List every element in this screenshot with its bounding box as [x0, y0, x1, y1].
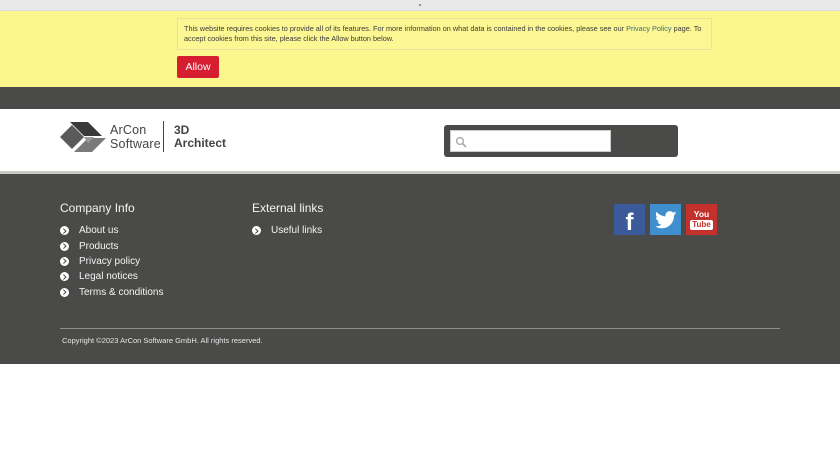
footer-link-label: Products: [79, 240, 119, 252]
browser-top-strip: [0, 0, 840, 11]
footer-link-legal-notices[interactable]: Legal notices: [60, 269, 163, 284]
footer-link-label: Terms & conditions: [79, 286, 164, 298]
privacy-policy-link[interactable]: Privacy Policy: [626, 24, 671, 33]
footer-link-privacy-policy[interactable]: Privacy policy: [60, 254, 163, 269]
chevron-right-icon: [60, 272, 69, 282]
footer-link-label: Legal notices: [79, 271, 138, 283]
chevron-right-icon: [252, 226, 261, 236]
logo-word-arcon: ArCon: [110, 123, 147, 137]
cookie-text-start: This website requires cookies to provide…: [184, 24, 627, 33]
search-input[interactable]: [471, 133, 607, 150]
search-field-box[interactable]: [450, 130, 611, 152]
top-nav-band: [0, 87, 840, 109]
logo-product-architect: Architect: [174, 136, 227, 150]
footer-divider: [60, 328, 780, 329]
footer-link-useful-links[interactable]: Useful links: [252, 223, 322, 238]
search-bar: [444, 125, 678, 157]
loading-dot: [419, 4, 421, 6]
site-logo[interactable]: ArCon Software 3D Architect: [60, 121, 235, 153]
footer-link-label: Useful links: [271, 225, 323, 237]
footer-link-products[interactable]: Products: [60, 238, 163, 253]
footer-link-terms[interactable]: Terms & conditions: [60, 285, 163, 300]
cookie-message: This website requires cookies to provide…: [177, 18, 712, 50]
site-header: ArCon Software 3D Architect: [0, 109, 840, 171]
company-info-title: Company Info: [60, 201, 135, 215]
logo-divider: [163, 121, 164, 152]
copyright-text: Copyright ©2023 ArCon Software GmbH. All…: [62, 336, 263, 345]
facebook-icon[interactable]: f: [614, 204, 645, 236]
facebook-glyph: f: [625, 208, 634, 236]
external-links-title: External links: [252, 201, 324, 215]
site-footer: Company Info About us Products Privacy p…: [0, 174, 840, 364]
allow-cookies-button[interactable]: Allow: [177, 56, 219, 78]
footer-link-label: About us: [79, 225, 119, 237]
chevron-right-icon: [60, 287, 69, 297]
external-links-list: Useful links: [252, 223, 322, 238]
footer-link-about-us[interactable]: About us: [60, 223, 163, 238]
footer-link-label: Privacy policy: [79, 255, 141, 267]
search-icon: [455, 136, 467, 148]
company-info-list: About us Products Privacy policy Legal n…: [60, 223, 163, 300]
cookie-banner: This website requires cookies to provide…: [0, 11, 840, 87]
twitter-icon[interactable]: [650, 204, 681, 235]
youtube-icon[interactable]: You Tube: [686, 204, 717, 235]
youtube-wordmark-bottom: Tube: [690, 219, 713, 230]
logo-mark-icon: [60, 122, 106, 152]
twitter-bird-icon: [654, 210, 676, 228]
chevron-right-icon: [60, 256, 69, 266]
chevron-right-icon: [60, 226, 69, 236]
chevron-right-icon: [60, 241, 69, 251]
logo-word-software: Software: [110, 137, 161, 151]
youtube-wordmark-top: You: [693, 208, 710, 219]
